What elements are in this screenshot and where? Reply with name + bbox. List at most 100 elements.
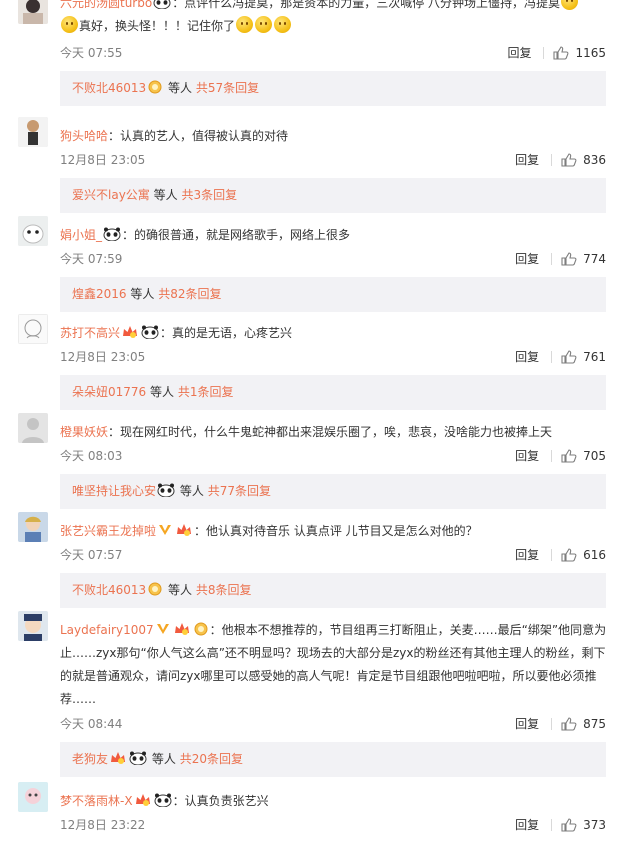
comment-time: 今天 07:57 <box>60 548 123 562</box>
avatar[interactable] <box>18 512 48 542</box>
comment-username[interactable]: 狗头哈哈 <box>60 129 108 143</box>
reply-button[interactable]: 回复 <box>515 348 539 365</box>
crown-badge-icon <box>123 326 138 338</box>
comment-username[interactable]: Laydefairy1007 <box>60 623 154 637</box>
like-count: 875 <box>583 716 606 731</box>
reply-username[interactable]: 不败北46013 <box>72 81 146 95</box>
smile-emoji-icon <box>255 16 273 33</box>
smile-emoji-icon <box>561 0 579 10</box>
panda-emoji-icon <box>129 751 147 765</box>
replies-summary: 不败北46013 等人 共57条回复 <box>60 71 606 106</box>
reply-count-link[interactable]: 共3条回复 <box>181 188 237 202</box>
comment-time: 今天 07:55 <box>60 46 123 60</box>
comment-username[interactable]: 娟小姐_ <box>60 228 102 242</box>
like-count: 705 <box>583 448 606 463</box>
panda-emoji-icon <box>141 325 159 339</box>
thumbs-up-icon[interactable] <box>561 448 577 463</box>
reply-button[interactable]: 回复 <box>515 715 539 732</box>
avatar[interactable] <box>18 117 48 147</box>
reply-button[interactable]: 回复 <box>507 44 531 61</box>
thumbs-up-icon[interactable] <box>561 716 577 731</box>
reply-count-link[interactable]: 共77条回复 <box>208 484 271 498</box>
verified-v-icon <box>159 525 172 535</box>
gold-badge-icon <box>194 622 208 636</box>
comment-username[interactable]: 梦不落雨林-X <box>60 794 133 808</box>
reply-button[interactable]: 回复 <box>515 151 539 168</box>
comment-username[interactable]: 橙果妖妖 <box>60 425 108 439</box>
comment-username[interactable]: 六元的汤圆turbo <box>60 0 152 10</box>
comment-item: Laydefairy1007 ：他根本不想推荐的，节目组再三打断阻止，关麦……最后… <box>0 611 623 781</box>
divider <box>551 548 553 561</box>
panda-emoji-icon <box>153 0 171 9</box>
like-count: 774 <box>583 251 606 266</box>
reply-username[interactable]: 朵朵妞01776 <box>72 385 146 399</box>
reply-count-link[interactable]: 共57条回复 <box>196 81 259 95</box>
smile-emoji-icon <box>61 16 78 33</box>
avatar[interactable] <box>18 0 48 24</box>
comment-text: ：现在网红时代，什么牛鬼蛇神都出来混娱乐圈了，唉，悲哀，没啥能力也被捧上天 <box>108 425 553 439</box>
comment-time: 今天 07:59 <box>60 252 123 266</box>
replies-summary: 朵朵妞01776 等人 共1条回复 <box>60 375 606 410</box>
reply-count-link[interactable]: 共1条回复 <box>178 385 234 399</box>
comment-time: 今天 08:44 <box>60 717 123 731</box>
comment-text: ：他认真对待音乐 认真点评 儿节目又是怎么对他的？ <box>194 524 478 538</box>
reply-button[interactable]: 回复 <box>515 250 539 267</box>
crown-badge-icon <box>177 524 192 536</box>
reply-count-link[interactable]: 共20条回复 <box>180 752 243 766</box>
divider <box>551 449 553 462</box>
comment-item: 娟小姐_ ：的确很普通，就是网络歌手，网络上很多 今天 07:59 回复 774 … <box>0 216 623 316</box>
panda-emoji-icon <box>157 483 175 497</box>
gold-badge-icon <box>148 80 162 94</box>
divider <box>551 350 553 363</box>
smile-emoji-icon <box>236 16 254 33</box>
thumbs-up-icon[interactable] <box>553 45 569 60</box>
comment-username[interactable]: 张艺兴霸王龙掉啦 <box>60 524 156 538</box>
replies-summary: 煌鑫2016 等人 共82条回复 <box>60 277 606 312</box>
like-count: 616 <box>583 547 606 562</box>
reply-count-link[interactable]: 共82条回复 <box>158 287 221 301</box>
reply-button[interactable]: 回复 <box>515 816 539 833</box>
divider <box>551 818 553 831</box>
gold-badge-icon <box>148 582 162 596</box>
panda-emoji-icon <box>103 227 121 241</box>
smile-emoji-icon <box>274 16 292 33</box>
avatar[interactable] <box>18 314 48 344</box>
thumbs-up-icon[interactable] <box>561 152 577 167</box>
divider <box>551 717 553 730</box>
like-count: 373 <box>583 817 606 832</box>
reply-button[interactable]: 回复 <box>515 546 539 563</box>
reply-username[interactable]: 唯坚持让我心安 <box>72 484 156 498</box>
reply-username[interactable]: 不败北46013 <box>72 583 146 597</box>
comment-item: 梦不落雨林-X ：认真负责张艺兴 12月8日 23:22 回复 373 <box>0 782 623 842</box>
avatar[interactable] <box>18 782 48 812</box>
reply-etc: 等人 <box>179 484 204 498</box>
comment-text: ：的确很普通，就是网络歌手，网络上很多 <box>122 228 351 242</box>
comment-item: 橙果妖妖：现在网红时代，什么牛鬼蛇神都出来混娱乐圈了，唉，悲哀，没啥能力也被捧上… <box>0 413 623 513</box>
avatar[interactable] <box>18 611 48 641</box>
reply-button[interactable]: 回复 <box>515 447 539 464</box>
thumbs-up-icon[interactable] <box>561 349 577 364</box>
comment-item: 苏打不高兴 ：真的是无语，心疼艺兴 12月8日 23:05 回复 761 朵朵妞0… <box>0 314 623 414</box>
comment-item: 张艺兴霸王龙掉啦 ：他认真对待音乐 认真点评 儿节目又是怎么对他的？ 今天 07:… <box>0 512 623 612</box>
replies-summary: 唯坚持让我心安 等人 共77条回复 <box>60 474 606 509</box>
thumbs-up-icon[interactable] <box>561 547 577 562</box>
replies-summary: 老狗友 等人 共20条回复 <box>60 742 606 777</box>
divider <box>551 252 553 265</box>
reply-etc: 等人 <box>153 188 178 202</box>
comment-item: 狗头哈哈：认真的艺人，值得被认真的对待 12月8日 23:05 回复 836 爱… <box>0 117 623 217</box>
avatar[interactable] <box>18 216 48 246</box>
reply-username[interactable]: 老狗友 <box>72 752 108 766</box>
thumbs-up-icon[interactable] <box>561 251 577 266</box>
reply-username[interactable]: 爱兴不lay公寓 <box>72 188 150 202</box>
comment-text: ：认真的艺人，值得被认真的对待 <box>108 129 289 143</box>
reply-username[interactable]: 煌鑫2016 <box>72 287 127 301</box>
reply-count-link[interactable]: 共8条回复 <box>196 583 252 597</box>
replies-summary: 不败北46013 等人 共8条回复 <box>60 573 606 608</box>
crown-badge-icon <box>135 794 150 806</box>
like-count: 1165 <box>575 45 606 60</box>
reply-etc: 等人 <box>151 752 176 766</box>
reply-etc: 等人 <box>150 385 175 399</box>
avatar[interactable] <box>18 413 48 443</box>
thumbs-up-icon[interactable] <box>561 817 577 832</box>
comment-username[interactable]: 苏打不高兴 <box>60 326 120 340</box>
